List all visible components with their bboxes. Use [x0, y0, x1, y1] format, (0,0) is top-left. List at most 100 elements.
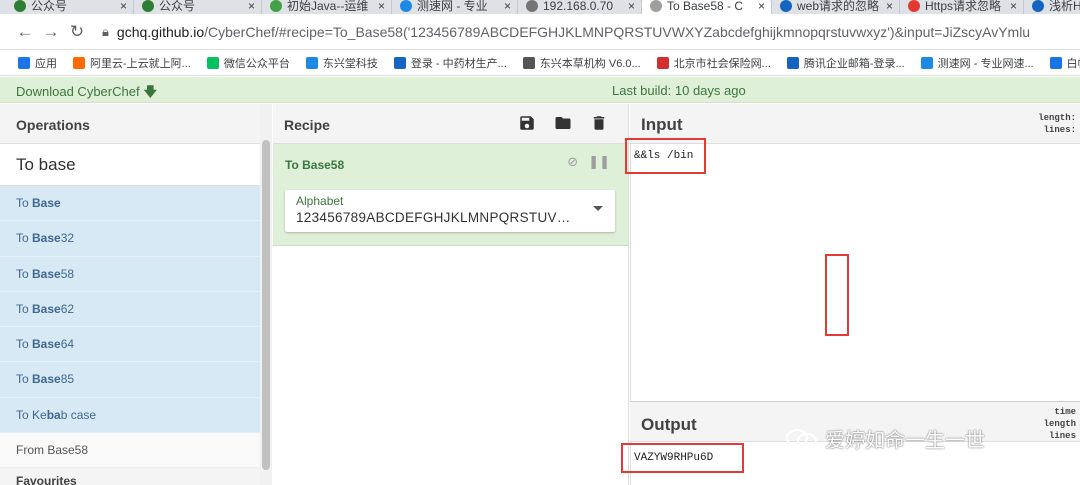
- url-field[interactable]: gchq.github.io/CyberChef/#recipe=To_Base…: [117, 24, 1030, 40]
- op-item[interactable]: To Kebab case: [0, 397, 271, 434]
- op-item[interactable]: To Base64: [0, 327, 271, 363]
- op-item[interactable]: To Base58: [0, 256, 271, 292]
- input-length-label: length:: [1038, 113, 1076, 123]
- tab-close-icon[interactable]: ×: [1010, 0, 1017, 13]
- tab-favicon-icon: [142, 0, 154, 12]
- annotation-box-cursor: [825, 254, 849, 336]
- op-item-suffix: 58: [60, 266, 75, 281]
- folder-icon[interactable]: [554, 114, 572, 132]
- bookmark-label: 登录 - 中药材生产...: [410, 57, 507, 70]
- op-item[interactable]: To Base32: [0, 221, 271, 257]
- alphabet-select[interactable]: Alphabet 123456789ABCDEFGHJKLMNPQRSTUVWX…: [285, 190, 615, 232]
- bookmarks-bar: 应用 阿里云-上云就上阿... 微信公众平台 东兴堂科技 登录 - 中药材生产... 东兴…: [0, 50, 1080, 76]
- operations-search-input[interactable]: To base: [0, 144, 271, 186]
- bookmark-item[interactable]: 测速网 - 专业网速...: [920, 55, 1034, 71]
- pause-icon[interactable]: ❚❚: [588, 154, 610, 170]
- tab-close-icon[interactable]: ×: [504, 0, 511, 13]
- recipe-operation-card[interactable]: To Base58 ⊘ ❚❚ Alphabet 123456789ABCDEFG…: [273, 144, 628, 246]
- bookmark-label: 测速网 - 专业网速...: [937, 57, 1034, 70]
- bookmark-item[interactable]: 北京市社会保险网...: [656, 55, 771, 71]
- tab-close-icon[interactable]: ×: [120, 0, 127, 13]
- cyberchef-banner: Download CyberChef 🡇 Last build: 10 days …: [0, 77, 1080, 103]
- operations-scrollbar[interactable]: [262, 140, 270, 470]
- bookmark-item[interactable]: 东兴堂科技: [305, 55, 378, 71]
- forward-icon[interactable]: →: [38, 22, 64, 42]
- tab-label: 公众号: [159, 0, 196, 13]
- browser-tab[interactable]: 192.168.0.70 ×: [518, 0, 642, 14]
- save-icon[interactable]: [518, 114, 536, 132]
- op-item-prefix: To: [16, 196, 33, 210]
- input-textarea[interactable]: &&ls /bin: [630, 144, 1080, 402]
- browser-tab[interactable]: 初始Java--运维 ×: [262, 0, 392, 14]
- browser-tab[interactable]: 公众号 ×: [134, 0, 262, 14]
- op-item-prefix: To: [16, 372, 33, 387]
- bookmark-label: 东兴堂科技: [322, 57, 378, 70]
- bookmark-item[interactable]: 阿里云-上云就上阿...: [73, 55, 191, 71]
- tab-close-icon[interactable]: ×: [886, 0, 893, 13]
- chevron-down-icon[interactable]: [593, 206, 603, 211]
- bookmark-label: 应用: [35, 57, 57, 70]
- download-cyberchef-link[interactable]: Download CyberChef 🡇: [16, 83, 157, 105]
- address-bar-row: ← → ↻ 🔒︎ gchq.github.io/CyberChef/#recip…: [0, 14, 1080, 50]
- op-item[interactable]: To Base: [0, 186, 271, 222]
- back-icon[interactable]: ←: [12, 22, 38, 42]
- bookmark-favicon-icon: [18, 56, 30, 69]
- tab-close-icon[interactable]: ×: [378, 0, 385, 13]
- bookmark-favicon-icon: [920, 56, 933, 69]
- bookmark-item[interactable]: 腾讯企业邮箱-登录...: [786, 55, 905, 71]
- annotation-box-input: [625, 138, 706, 174]
- browser-tab[interactable]: 测速网 - 专业 ×: [392, 0, 518, 14]
- last-build-text: Last build: 10 days ago: [612, 83, 746, 98]
- tab-label: 初始Java--运维: [287, 0, 369, 13]
- op-item[interactable]: To Base85: [0, 362, 271, 398]
- bookmark-item[interactable]: 白帽学: [1049, 55, 1080, 71]
- reload-icon[interactable]: ↻: [64, 22, 90, 42]
- tab-favicon-icon: [526, 0, 538, 12]
- bookmark-favicon-icon: [305, 56, 318, 69]
- input-title: Input: [641, 115, 683, 134]
- recipe-panel: Recipe To Base58 ⊘ ❚❚ Alphabet 123456789…: [273, 104, 629, 485]
- op-item-suffix: 62: [60, 301, 75, 316]
- bookmark-label: 腾讯企业邮箱-登录...: [803, 57, 905, 70]
- tab-close-icon[interactable]: ×: [628, 0, 635, 13]
- browser-tab[interactable]: 浅析HTT: [1024, 0, 1080, 14]
- op-item[interactable]: To Base62: [0, 291, 271, 328]
- lock-icon[interactable]: 🔒︎: [102, 24, 109, 40]
- bookmark-label: 东兴本草机构 V6.0...: [539, 57, 641, 70]
- operations-header: Operations: [0, 104, 271, 144]
- op-item-match: ba: [46, 407, 61, 422]
- bookmark-favicon-icon: [206, 56, 219, 69]
- favourites-category[interactable]: Favourites: [0, 468, 271, 485]
- op-item-suffix: 32: [60, 231, 75, 246]
- bookmark-item[interactable]: 登录 - 中药材生产...: [393, 55, 507, 71]
- browser-tab[interactable]: 公众号 ×: [6, 0, 134, 14]
- tab-close-icon[interactable]: ×: [248, 0, 255, 13]
- op-item-match: Base: [32, 196, 61, 210]
- annotation-box-output: [621, 443, 744, 473]
- op-item-suffix: b case: [60, 407, 97, 422]
- tab-favicon-icon: [780, 0, 792, 12]
- browser-tab[interactable]: web请求的忽略 ×: [772, 0, 900, 14]
- browser-tab[interactable]: To Base58 - C ×: [642, 0, 772, 14]
- output-stats: time length lines: [1044, 406, 1076, 442]
- bookmark-item[interactable]: 微信公众平台: [206, 55, 290, 71]
- tab-label: To Base58 - C: [667, 0, 744, 13]
- input-lines-label: lines:: [1043, 125, 1076, 135]
- trash-icon[interactable]: [590, 114, 608, 132]
- tab-label: 公众号: [31, 0, 68, 13]
- tab-label: Https请求忽略: [925, 0, 1002, 13]
- bookmark-favicon-icon: [786, 56, 799, 69]
- bookmark-favicon-icon: [656, 56, 669, 69]
- bookmark-item[interactable]: 东兴本草机构 V6.0...: [522, 55, 641, 71]
- input-stats: length: lines:: [1038, 112, 1076, 136]
- browser-tab[interactable]: Https请求忽略 ×: [900, 0, 1024, 14]
- tab-favicon-icon: [1032, 0, 1044, 12]
- tab-close-icon[interactable]: ×: [758, 0, 765, 13]
- bookmark-item[interactable]: 应用: [18, 55, 57, 71]
- disable-icon[interactable]: ⊘: [567, 154, 578, 170]
- op-item-from-base58[interactable]: From Base58: [0, 433, 271, 469]
- recipe-title: Recipe: [284, 117, 330, 133]
- op-item-match: Base: [32, 337, 61, 352]
- tab-label: 192.168.0.70: [543, 0, 614, 13]
- tab-favicon-icon: [14, 0, 26, 12]
